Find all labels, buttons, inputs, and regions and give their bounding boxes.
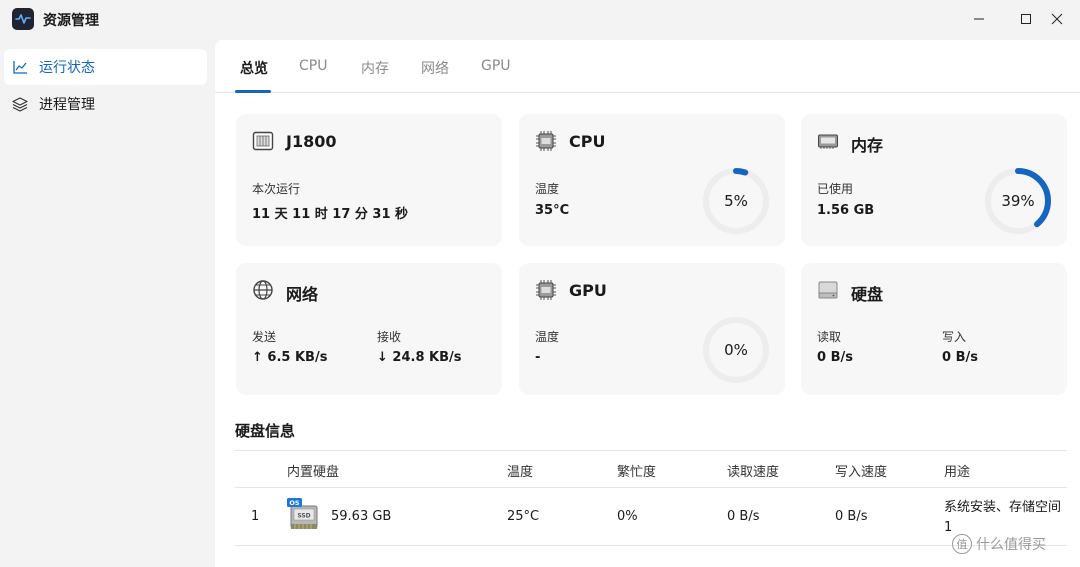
line-chart-icon [12,59,28,75]
send-value: ↑ 6.5 KB/s [252,350,328,365]
disk-read-value: 0 B/s [817,350,853,365]
sidebar-item-processes[interactable]: 进程管理 [4,86,207,122]
column-header: 读取速度 [727,465,780,480]
column-header: 内置硬盘 [287,465,340,480]
disk-read-speed: 0 B/s [727,509,760,524]
cpu-temp-value: 35°C [535,203,570,218]
disk-read-label: 读取 [817,330,842,344]
disk-write-speed: 0 B/s [835,509,868,524]
card-title: 网络 [286,285,319,304]
card-title: 内存 [851,136,884,155]
disk-write-label: 写入 [942,330,967,344]
svg-text:SSD: SSD [297,513,310,520]
disk-temp: 25°C [507,509,540,524]
column-header: 温度 [507,465,534,480]
gpu-temp-value: - [535,350,541,365]
activity-icon [12,8,34,30]
uptime-value: 11 天 11 时 17 分 31 秒 [252,207,409,222]
uptime-label: 本次运行 [252,182,301,196]
memory-card: 内存 已使用 1.56 GB 39% [801,114,1067,246]
cpu-temp-label: 温度 [535,182,560,196]
sidebar-item-status[interactable]: 运行状态 [4,49,207,85]
sidebar: 运行状态 进程管理 [0,40,215,567]
disk-size: 59.63 GB [331,509,392,524]
maximize-icon [1021,14,1031,24]
tab-bar: 总览 CPU 内存 网络 GPU [215,40,1080,93]
tab-gpu[interactable]: GPU [481,58,511,74]
card-title: GPU [569,281,607,300]
network-card: 网络 发送 ↑ 6.5 KB/s 接收 ↓ 24.8 KB/s [236,263,502,395]
column-header: 繁忙度 [617,465,657,480]
gpu-usage-text: 0% [724,341,748,359]
column-header: 用途 [944,465,971,480]
minimize-button[interactable] [956,4,1002,34]
cpu-card: CPU 温度 35°C 5% [519,114,785,246]
ram-icon [817,130,839,152]
card-title: 硬盘 [851,285,884,304]
server-icon [252,130,274,152]
gpu-card: GPU 温度 - 0% [519,263,785,395]
watermark: 值 什么值得买 [952,534,1046,554]
main-panel: 总览 CPU 内存 网络 GPU J1800 本次运行 11 天 11 时 17… [215,40,1080,567]
sidebar-item-label: 进程管理 [39,97,95,113]
gpu-temp-label: 温度 [535,330,560,344]
disk-card: 硬盘 读取 0 B/s 写入 0 B/s [801,263,1067,395]
disk-usage: 系统安装、存储空间 1 [944,500,1062,535]
table-header: 内置硬盘 温度 繁忙度 读取速度 写入速度 用途 [235,450,1067,488]
tab-memory[interactable]: 内存 [361,58,389,78]
sidebar-item-label: 运行状态 [39,60,95,76]
close-icon [1051,13,1063,25]
disk-drive-icon [817,279,839,301]
send-label: 发送 [252,330,277,344]
memory-used-value: 1.56 GB [817,203,875,218]
watermark-text: 什么值得买 [976,537,1046,553]
table-row[interactable]: 1 SSD OS 59.63 GB 25°C 0% 0 B/s 0 B/s 系统… [235,488,1067,546]
memory-usage-text: 39% [1001,192,1035,210]
card-title: CPU [569,132,606,151]
receive-label: 接收 [377,330,402,344]
row-index: 1 [251,509,260,524]
tab-active-indicator [235,90,271,93]
memory-used-label: 已使用 [817,182,854,196]
tab-network[interactable]: 网络 [421,58,449,78]
disk-busy: 0% [617,509,638,524]
os-badge: OS [289,499,300,507]
layers-icon [12,96,28,112]
app-title: 资源管理 [43,13,99,29]
ssd-icon: SSD OS [287,498,318,529]
cpu-chip-icon [535,130,557,152]
minimize-icon [974,18,984,20]
close-button[interactable] [1034,4,1080,34]
globe-icon [252,279,274,301]
disk-info-title: 硬盘信息 [235,422,296,440]
tab-cpu[interactable]: CPU [299,58,327,74]
title-bar: 资源管理 [0,0,1080,40]
system-card: J1800 本次运行 11 天 11 时 17 分 31 秒 [236,114,502,246]
column-header: 写入速度 [835,465,888,480]
watermark-logo: 值 [952,534,972,554]
disk-write-value: 0 B/s [942,350,978,365]
card-title: J1800 [286,132,337,151]
gpu-chip-icon [535,279,557,301]
receive-value: ↓ 24.8 KB/s [377,350,462,365]
tab-overview[interactable]: 总览 [240,58,268,78]
cpu-usage-text: 5% [724,192,748,210]
